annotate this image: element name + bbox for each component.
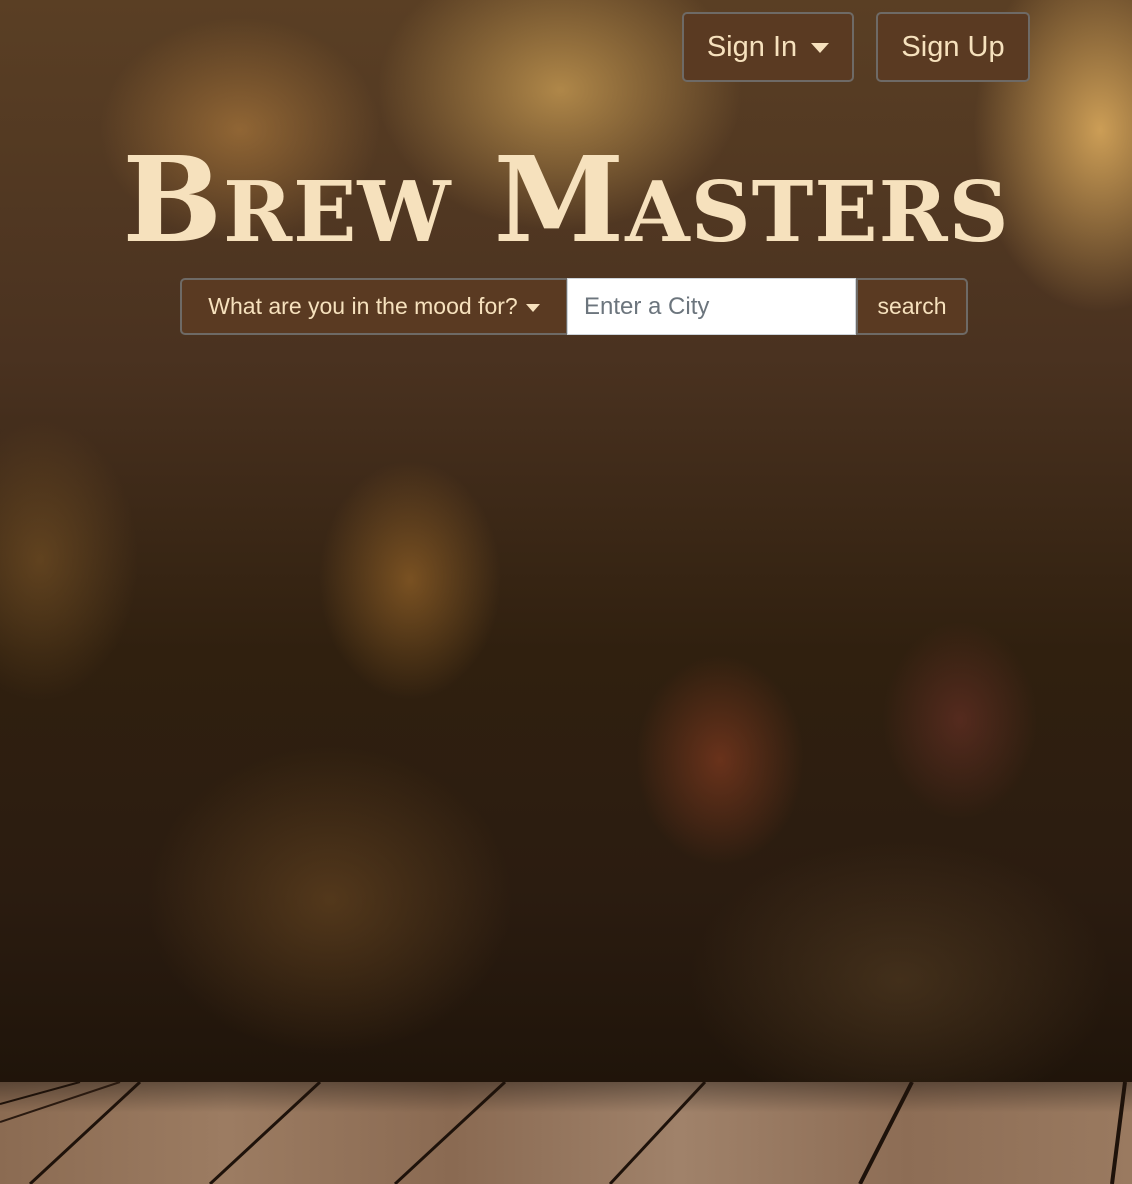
mood-dropdown-button[interactable]: What are you in the mood for? — [180, 278, 568, 335]
caret-down-icon — [811, 43, 830, 53]
city-input[interactable] — [567, 278, 856, 335]
sign-in-dropdown-button[interactable]: Sign In — [682, 12, 854, 82]
sign-up-button[interactable]: Sign Up — [876, 12, 1030, 82]
wood-floor — [0, 1082, 1132, 1184]
sign-up-label: Sign Up — [901, 30, 1005, 63]
search-button-label: search — [877, 293, 947, 319]
mood-dropdown-label: What are you in the mood for? — [208, 293, 518, 319]
search-button[interactable]: search — [856, 278, 968, 335]
caret-down-icon — [525, 303, 540, 312]
site-title: Brew Masters — [122, 130, 1010, 269]
sign-in-label: Sign In — [706, 30, 798, 63]
